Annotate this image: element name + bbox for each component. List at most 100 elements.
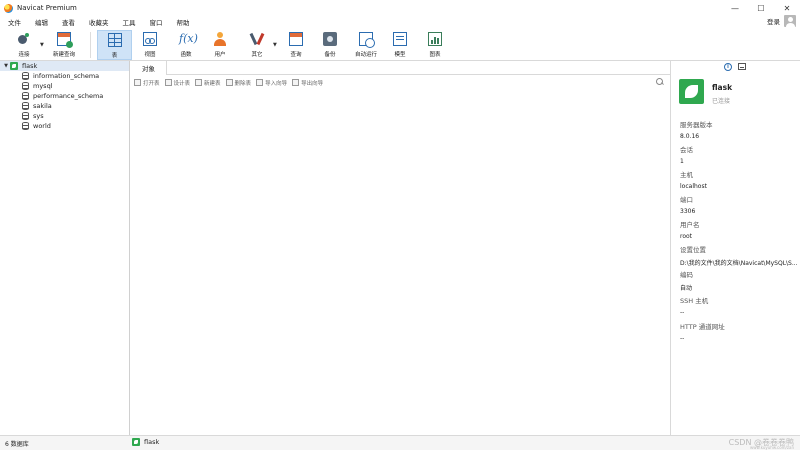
export-wizard-button[interactable]: 导出向导 [292,79,323,87]
info-field-key: 编码 [680,271,693,279]
info-field-key: 用户名 [680,221,700,229]
info-field-key: SSH 主机 [680,297,709,305]
delete-table-button[interactable]: 删除表 [225,79,251,87]
info-field-server-version: 服务器版本 8.0.16 [680,119,800,140]
schedule-button[interactable]: 自动运行 [348,30,384,60]
new-query-icon [57,32,73,48]
tab-objects[interactable]: 对象 [131,61,167,75]
menu-bar: 文件 编辑 查看 收藏夹 工具 窗口 帮助 [0,16,800,28]
database-icon [22,102,29,110]
main-tab-bar: 对象 [131,61,670,75]
status-connection-name: flask [144,438,160,446]
search-icon[interactable] [656,78,664,86]
user-icon [213,32,227,46]
object-list-area[interactable] [131,90,670,435]
info-field-value: D:\我的文件\我的文档\Navicat\MySQL\S... [680,260,798,267]
database-name: sakila [33,102,52,110]
info-field-value: root [680,233,693,240]
status-bar: 6 数据库 flask CSDN @卷卷卷鸭 www.kuyuhw.com/za… [0,435,800,450]
model-button[interactable]: 模型 [384,30,416,60]
tools-icon [250,32,264,46]
function-icon: f(x) [179,32,198,45]
maximize-button[interactable]: ☐ [748,0,774,16]
new-query-button-label: 新建查询 [52,52,75,58]
backup-button[interactable]: 备份 [314,30,346,60]
info-panel-toggles: i [724,63,746,71]
menu-tools[interactable]: 工具 [115,17,142,27]
info-field-key: HTTP 通道网址 [680,323,725,331]
view-icon [143,32,157,46]
toolbar-divider [90,32,91,58]
title-bar: Navicat Premium — ☐ ✕ [0,0,800,16]
database-icon [22,122,29,130]
database-name: performance_schema [33,92,104,100]
new-table-button[interactable]: 新建表 [195,79,221,87]
connection-dropdown-arrow[interactable]: ▼ [40,42,44,48]
design-table-button[interactable]: 设计表 [164,79,191,87]
ddl-icon[interactable] [738,63,746,70]
schedule-button-label: 自动运行 [354,52,377,58]
design-table-label: 设计表 [173,80,191,87]
function-button[interactable]: f(x) 函数 [170,30,202,60]
tree-database-item[interactable]: information_schema [0,71,129,81]
new-query-button[interactable]: 新建查询 [48,30,80,60]
info-field-http-tunnel: HTTP 通道网址 -- [680,321,800,342]
navicat-logo-icon [4,3,13,13]
info-field-key: 服务器版本 [680,121,713,129]
login-link[interactable]: 登录 [767,16,780,26]
connection-button-label: 连接 [18,52,30,58]
menu-help[interactable]: 帮助 [169,17,196,27]
tree-database-item[interactable]: sys [0,111,129,121]
connection-button[interactable]: 连接 [8,30,40,60]
open-table-button[interactable]: 打开表 [134,79,160,87]
tree-database-item[interactable]: sakila [0,101,129,111]
menu-favorites[interactable]: 收藏夹 [81,17,115,27]
avatar-icon[interactable] [784,15,796,27]
user-button[interactable]: 用户 [204,30,236,60]
expand-caret-icon[interactable]: ▼ [2,63,10,69]
tree-database-item[interactable]: performance_schema [0,91,129,101]
import-wizard-button[interactable]: 导入向导 [256,79,287,87]
menu-file[interactable]: 文件 [0,17,27,27]
menu-window[interactable]: 窗口 [142,17,169,27]
import-wizard-icon [256,79,264,86]
open-table-label: 打开表 [143,80,160,87]
tree-database-item[interactable]: world [0,121,129,131]
mysql-connection-icon [132,438,140,446]
menu-view[interactable]: 查看 [54,17,81,27]
minimize-button[interactable]: — [722,0,748,16]
query-button-label: 查询 [290,52,302,58]
close-button[interactable]: ✕ [774,0,800,16]
export-wizard-icon [292,79,300,86]
schedule-icon [359,32,375,48]
database-count: 6 数据库 [5,441,29,448]
database-name: world [33,122,51,130]
info-field-value: 3306 [680,208,696,215]
info-connection-name: flask [712,83,733,92]
database-icon [22,112,29,120]
others-dropdown-arrow[interactable]: ▼ [273,42,277,48]
tree-database-item[interactable]: mysql [0,81,129,91]
others-button[interactable]: 其它 [241,30,273,60]
query-button[interactable]: 查询 [280,30,312,60]
info-field-value: 1 [680,158,684,165]
view-button[interactable]: 视图 [134,30,166,60]
status-connection: flask [131,438,159,446]
window-title: Navicat Premium [17,4,77,12]
object-toolbar: 打开表 设计表 新建表 删除表 导入向导 导出向导 [131,76,670,89]
info-field-key: 设置位置 [680,246,706,254]
delete-table-icon [225,79,233,86]
table-button[interactable]: 表 [97,30,132,60]
chart-button[interactable]: 图表 [419,30,451,60]
database-name: mysql [33,82,53,90]
info-icon[interactable]: i [724,63,732,71]
tree-connection-flask[interactable]: ▼ flask [0,61,129,71]
info-field-settings-location: 设置位置 D:\我的文件\我的文档\Navicat\MySQL\S... [680,244,800,267]
info-connection-status: 已连接 [712,98,731,105]
database-icon [22,82,29,90]
menu-edit[interactable]: 编辑 [27,17,54,27]
info-field-sessions: 会话 1 [680,144,800,165]
info-field-value: 自动 [680,285,693,292]
import-wizard-label: 导入向导 [265,80,288,87]
database-name: information_schema [33,72,100,80]
